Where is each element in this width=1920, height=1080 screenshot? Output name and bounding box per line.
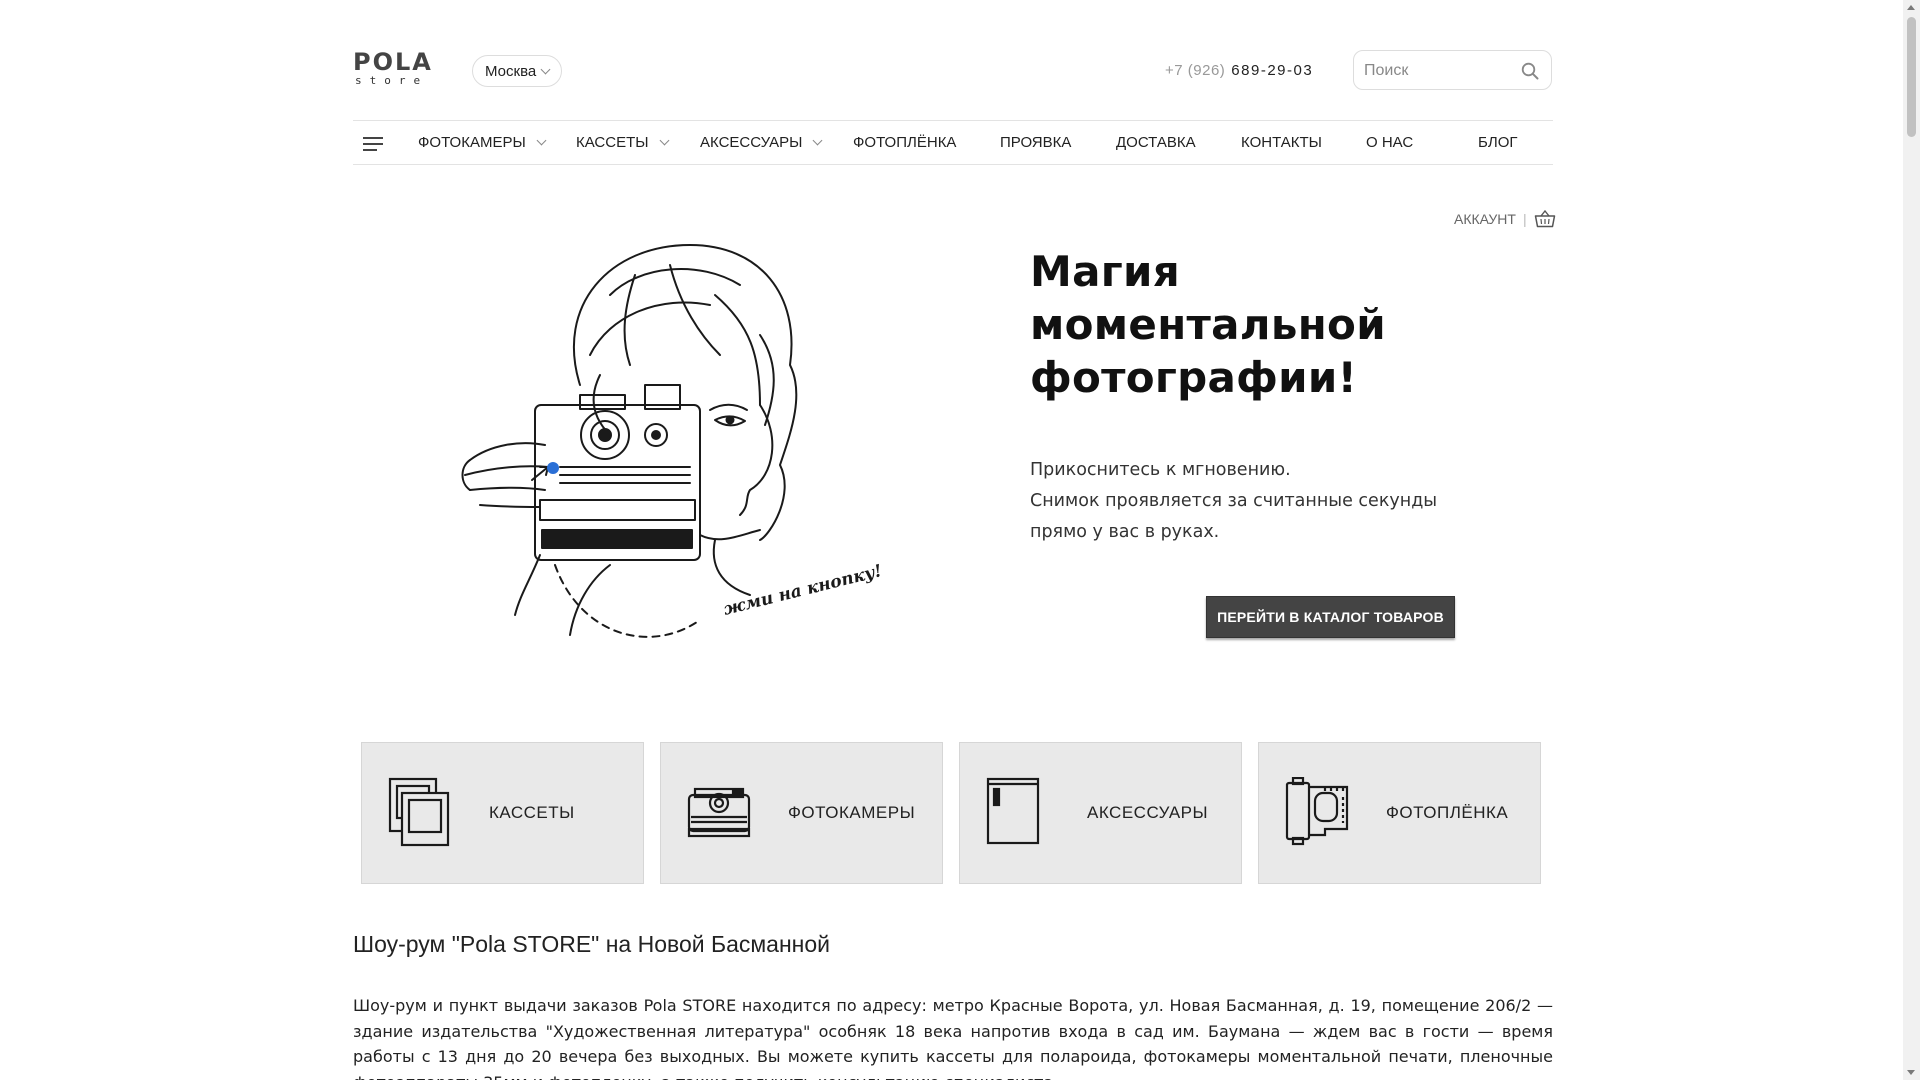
chevron-down-icon [540,64,551,74]
showroom-text: Шоу-рум и пункт выдачи заказов Pola STOR… [353,996,1553,1080]
phone-code: +7 (926) [1165,62,1226,79]
main-nav: ФОТОКАМЕРЫ КАССЕТЫ АКСЕССУАРЫ ФОТОПЛЁНКА… [353,120,1553,165]
scroll-up-icon[interactable] [1907,5,1915,10]
film-roll-icon [1285,777,1349,846]
search-icon[interactable] [1521,62,1539,80]
nav-item-accessories[interactable]: АКСЕССУАРЫ [700,121,823,164]
search-input[interactable] [1362,51,1516,91]
chevron-down-icon [536,135,547,146]
showroom-title: Шоу-рум "Pola STORE" на Новой Басманной [353,931,831,957]
illustration-caption: жми на кнопку! [721,561,884,620]
category-tile-cameras[interactable]: ФОТОКАМЕРЫ [660,742,943,884]
phone-digits: 689-29-03 [1231,62,1314,79]
logo-main-text: POLA [353,48,433,76]
chevron-down-icon [812,135,823,146]
scroll-down-icon[interactable] [1907,1070,1915,1075]
category-label: АКСЕССУАРЫ [1087,803,1209,822]
shutter-button-dot [547,462,559,474]
page: POLA store Москва +7 (926) 689-29-03 ФОТО… [0,0,1903,1080]
page-scrollbar[interactable] [1903,0,1920,1080]
hero-description: Прикоснитесь к мгновению. Снимок проявля… [1030,460,1438,542]
nav-item-developing[interactable]: ПРОЯВКА [1000,121,1071,164]
nav-item-film[interactable]: ФОТОПЛЁНКА [853,121,956,164]
scrollbar-thumb[interactable] [1907,17,1916,137]
nav-item-blog[interactable]: БЛОГ [1478,121,1517,164]
cassettes-icon [388,777,450,847]
category-label: ФОТОПЛЁНКА [1386,803,1509,822]
category-label: ФОТОКАМЕРЫ [788,803,916,822]
catalog-button[interactable]: ПЕРЕЙТИ В КАТАЛОГ ТОВАРОВ [1206,596,1455,638]
camera-icon [687,787,751,838]
city-label: Москва [485,62,537,80]
accessories-icon [986,777,1040,845]
chevron-down-icon [659,135,669,146]
basket-icon[interactable] [1534,210,1556,228]
nav-item-cassettes[interactable]: КАССЕТЫ [576,121,669,164]
category-tile-cassettes[interactable]: КАССЕТЫ [361,742,644,884]
nav-item-contacts[interactable]: КОНТАКТЫ [1241,121,1322,164]
menu-icon[interactable] [363,137,383,151]
search-box [1353,50,1552,91]
category-label: КАССЕТЫ [489,803,575,822]
category-tile-film[interactable]: ФОТОПЛЁНКА [1258,742,1541,884]
account-link[interactable]: АККАУНТ [1454,211,1516,227]
nav-item-cameras[interactable]: ФОТОКАМЕРЫ [418,121,547,164]
hero-title: Магия моментальной фотографии! [1030,247,1386,402]
city-selector[interactable]: Москва [472,55,563,87]
logo-sub-text: store [355,74,429,87]
category-tile-accessories[interactable]: АКСЕССУАРЫ [959,742,1242,884]
phone-number[interactable]: +7 (926) 689-29-03 [1165,62,1313,79]
hero-illustration: жми на кнопку! [461,244,884,638]
logo[interactable]: POLA store [353,48,433,88]
nav-item-about[interactable]: О НАС [1366,121,1413,164]
nav-item-delivery[interactable]: ДОСТАВКА [1116,121,1196,164]
account-separator: | [1522,211,1527,227]
account-area: АККАУНТ | [1454,210,1556,228]
